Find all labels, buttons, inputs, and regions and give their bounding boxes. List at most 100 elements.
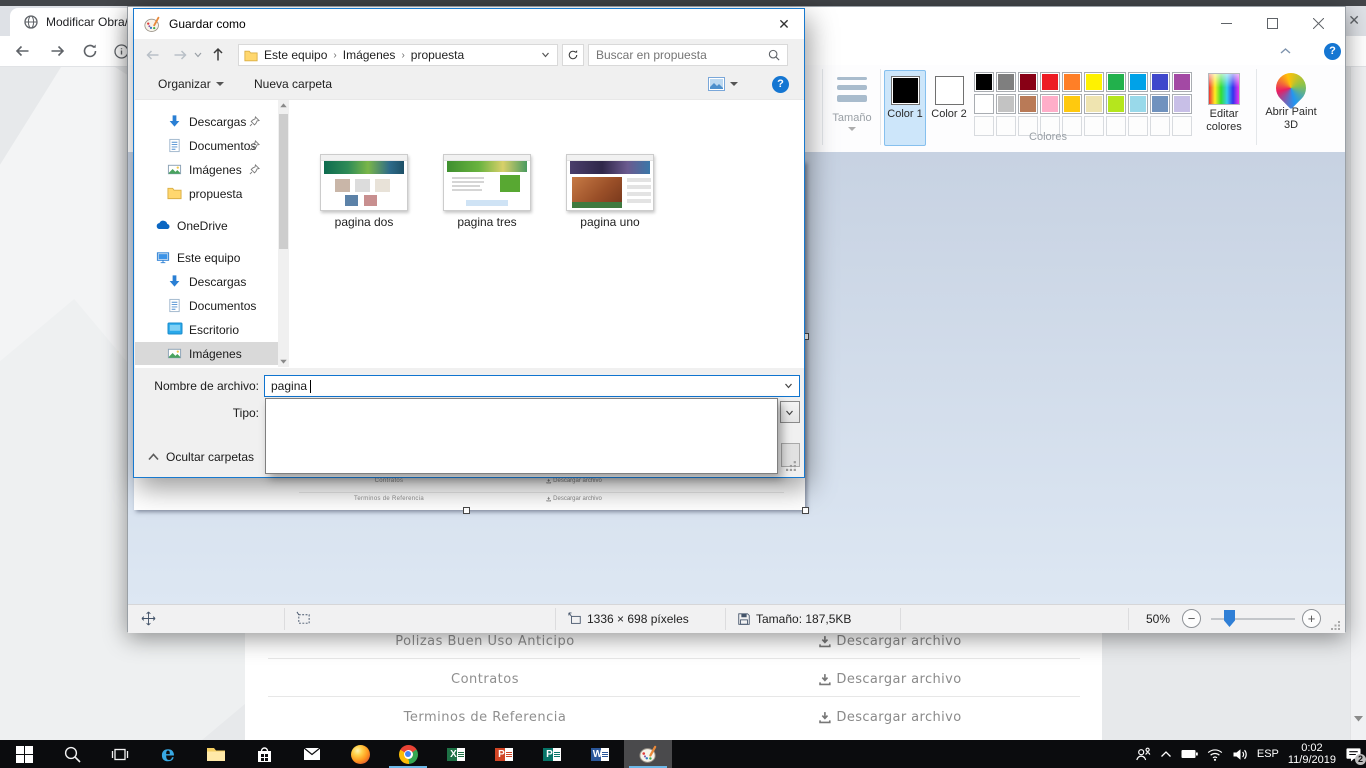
battery-icon[interactable] — [1181, 748, 1198, 760]
file-type-combobox[interactable] — [780, 401, 800, 423]
download-link[interactable]: Descargar archivo — [818, 634, 961, 649]
sidebar-item-descargas[interactable]: Descargas — [135, 110, 278, 133]
sidebar-item-imágenes[interactable]: Imágenes — [135, 342, 278, 365]
download-link[interactable]: Descargar archivo — [818, 672, 961, 687]
sidebar-item-este-equipo[interactable]: Este equipo — [135, 246, 278, 269]
palette-color-r2-7[interactable] — [1128, 94, 1148, 114]
palette-color-r1-6[interactable] — [1106, 72, 1126, 92]
filename-input[interactable]: pagina — [264, 375, 800, 397]
minimize-ribbon-icon[interactable] — [1280, 47, 1291, 55]
search-box[interactable]: Buscar en propuesta — [588, 44, 788, 66]
paint-help-icon[interactable]: ? — [1324, 43, 1341, 60]
palette-color-r2-1[interactable] — [996, 94, 1016, 114]
palette-color-r1-2[interactable] — [1018, 72, 1038, 92]
minimize-button[interactable] — [1203, 7, 1249, 39]
file-item[interactable]: pagina tres — [443, 154, 531, 229]
mail-button[interactable] — [288, 740, 336, 768]
canvas-resize-handle-corner[interactable] — [802, 507, 809, 514]
scrollbar-down-icon[interactable] — [1354, 715, 1363, 722]
hide-folders-button[interactable]: Ocultar carpetas — [148, 450, 254, 464]
excel-button[interactable]: X — [432, 740, 480, 768]
organize-button[interactable]: Organizar — [158, 77, 224, 91]
dialog-resize-grip-icon[interactable] — [786, 460, 797, 471]
tray-chevron-up-icon[interactable] — [1160, 750, 1172, 758]
paint-button[interactable] — [624, 740, 672, 768]
sidebar-item-documentos[interactable]: Documentos — [135, 294, 278, 317]
palette-color-r1-8[interactable] — [1150, 72, 1170, 92]
language-indicator[interactable]: ESP — [1257, 748, 1279, 760]
scroll-down-icon[interactable] — [280, 359, 287, 364]
store-button[interactable] — [240, 740, 288, 768]
wifi-icon[interactable] — [1207, 748, 1223, 761]
address-dropdown-icon[interactable] — [541, 52, 550, 58]
size-button[interactable]: Tamaño — [826, 71, 878, 131]
forward-icon[interactable] — [172, 47, 189, 63]
chevron-down-icon[interactable] — [784, 383, 793, 389]
dialog-close-icon[interactable]: ✕ — [774, 15, 794, 33]
scrollbar-thumb[interactable] — [279, 114, 288, 249]
sidebar-item-escritorio[interactable]: Escritorio — [135, 318, 278, 341]
palette-color-r1-1[interactable] — [996, 72, 1016, 92]
filename-autocomplete-dropdown[interactable] — [265, 398, 778, 474]
address-bar[interactable]: Este equipo › Imágenes › propuesta — [238, 44, 558, 66]
palette-color-r1-4[interactable] — [1062, 72, 1082, 92]
word-button[interactable]: W — [576, 740, 624, 768]
sidebar-item-descargas[interactable]: Descargas — [135, 270, 278, 293]
palette-color-r1-7[interactable] — [1128, 72, 1148, 92]
palette-color-r2-6[interactable] — [1106, 94, 1126, 114]
people-icon[interactable] — [1135, 747, 1151, 762]
file-item[interactable]: pagina dos — [320, 154, 408, 229]
sidebar-item-onedrive[interactable]: OneDrive — [135, 214, 278, 237]
chrome-button[interactable] — [384, 740, 432, 768]
sidebar-item-imágenes[interactable]: Imágenes — [135, 158, 278, 181]
scroll-up-icon[interactable] — [280, 103, 287, 108]
palette-color-r1-5[interactable] — [1084, 72, 1104, 92]
browser-forward-icon[interactable] — [49, 43, 66, 59]
clock[interactable]: 0:02 11/9/2019 — [1288, 742, 1336, 766]
dialog-titlebar[interactable]: Guardar como ✕ — [134, 9, 804, 39]
open-paint3d-button[interactable]: Abrir Paint 3D — [1262, 71, 1320, 132]
download-link[interactable]: Descargar archivo — [818, 710, 961, 725]
edit-colors-button[interactable]: Editar colores — [1196, 71, 1252, 134]
browser-back-icon[interactable] — [14, 43, 31, 59]
recent-locations-icon[interactable] — [194, 52, 202, 58]
edge-button[interactable]: e — [144, 740, 192, 768]
firefox-button[interactable] — [336, 740, 384, 768]
zoom-slider-thumb[interactable] — [1224, 610, 1235, 627]
zoom-slider-track[interactable] — [1211, 618, 1295, 620]
volume-icon[interactable] — [1232, 748, 1248, 761]
sidebar-item-propuesta[interactable]: propuesta — [135, 182, 278, 205]
zoom-out-button[interactable]: − — [1182, 609, 1201, 628]
palette-color-r2-9[interactable] — [1172, 94, 1192, 114]
sidebar-scrollbar[interactable] — [278, 100, 289, 367]
palette-color-r1-3[interactable] — [1040, 72, 1060, 92]
palette-color-r1-9[interactable] — [1172, 72, 1192, 92]
palette-color-r2-4[interactable] — [1062, 94, 1082, 114]
back-icon[interactable] — [144, 47, 161, 63]
help-icon[interactable]: ? — [772, 76, 789, 93]
palette-color-r2-0[interactable] — [974, 94, 994, 114]
up-icon[interactable] — [210, 46, 226, 63]
zoom-in-button[interactable]: + — [1302, 609, 1321, 628]
resize-grip-icon[interactable] — [1331, 620, 1341, 630]
breadcrumb-item[interactable]: Este equipo — [264, 48, 327, 62]
breadcrumb-item[interactable]: Imágenes — [343, 48, 396, 62]
palette-color-r2-5[interactable] — [1084, 94, 1104, 114]
browser-reload-icon[interactable] — [82, 43, 98, 59]
canvas-resize-handle-bottom[interactable] — [463, 507, 470, 514]
breadcrumb-item[interactable]: propuesta — [411, 48, 464, 62]
maximize-button[interactable] — [1249, 7, 1295, 39]
views-button[interactable] — [708, 77, 738, 91]
browser-scrollbar[interactable] — [1350, 67, 1366, 740]
powerpoint-button[interactable]: P — [480, 740, 528, 768]
browser-close-icon[interactable]: ✕ — [1348, 12, 1360, 29]
publisher-button[interactable]: P — [528, 740, 576, 768]
palette-color-r2-8[interactable] — [1150, 94, 1170, 114]
file-item[interactable]: pagina uno — [566, 154, 654, 229]
refresh-button[interactable] — [562, 44, 584, 66]
close-button[interactable] — [1295, 7, 1341, 39]
new-folder-button[interactable]: Nueva carpeta — [254, 77, 332, 91]
start-button[interactable] — [0, 740, 48, 768]
action-center-button[interactable]: 2 — [1345, 747, 1362, 762]
task-view-button[interactable] — [96, 740, 144, 768]
